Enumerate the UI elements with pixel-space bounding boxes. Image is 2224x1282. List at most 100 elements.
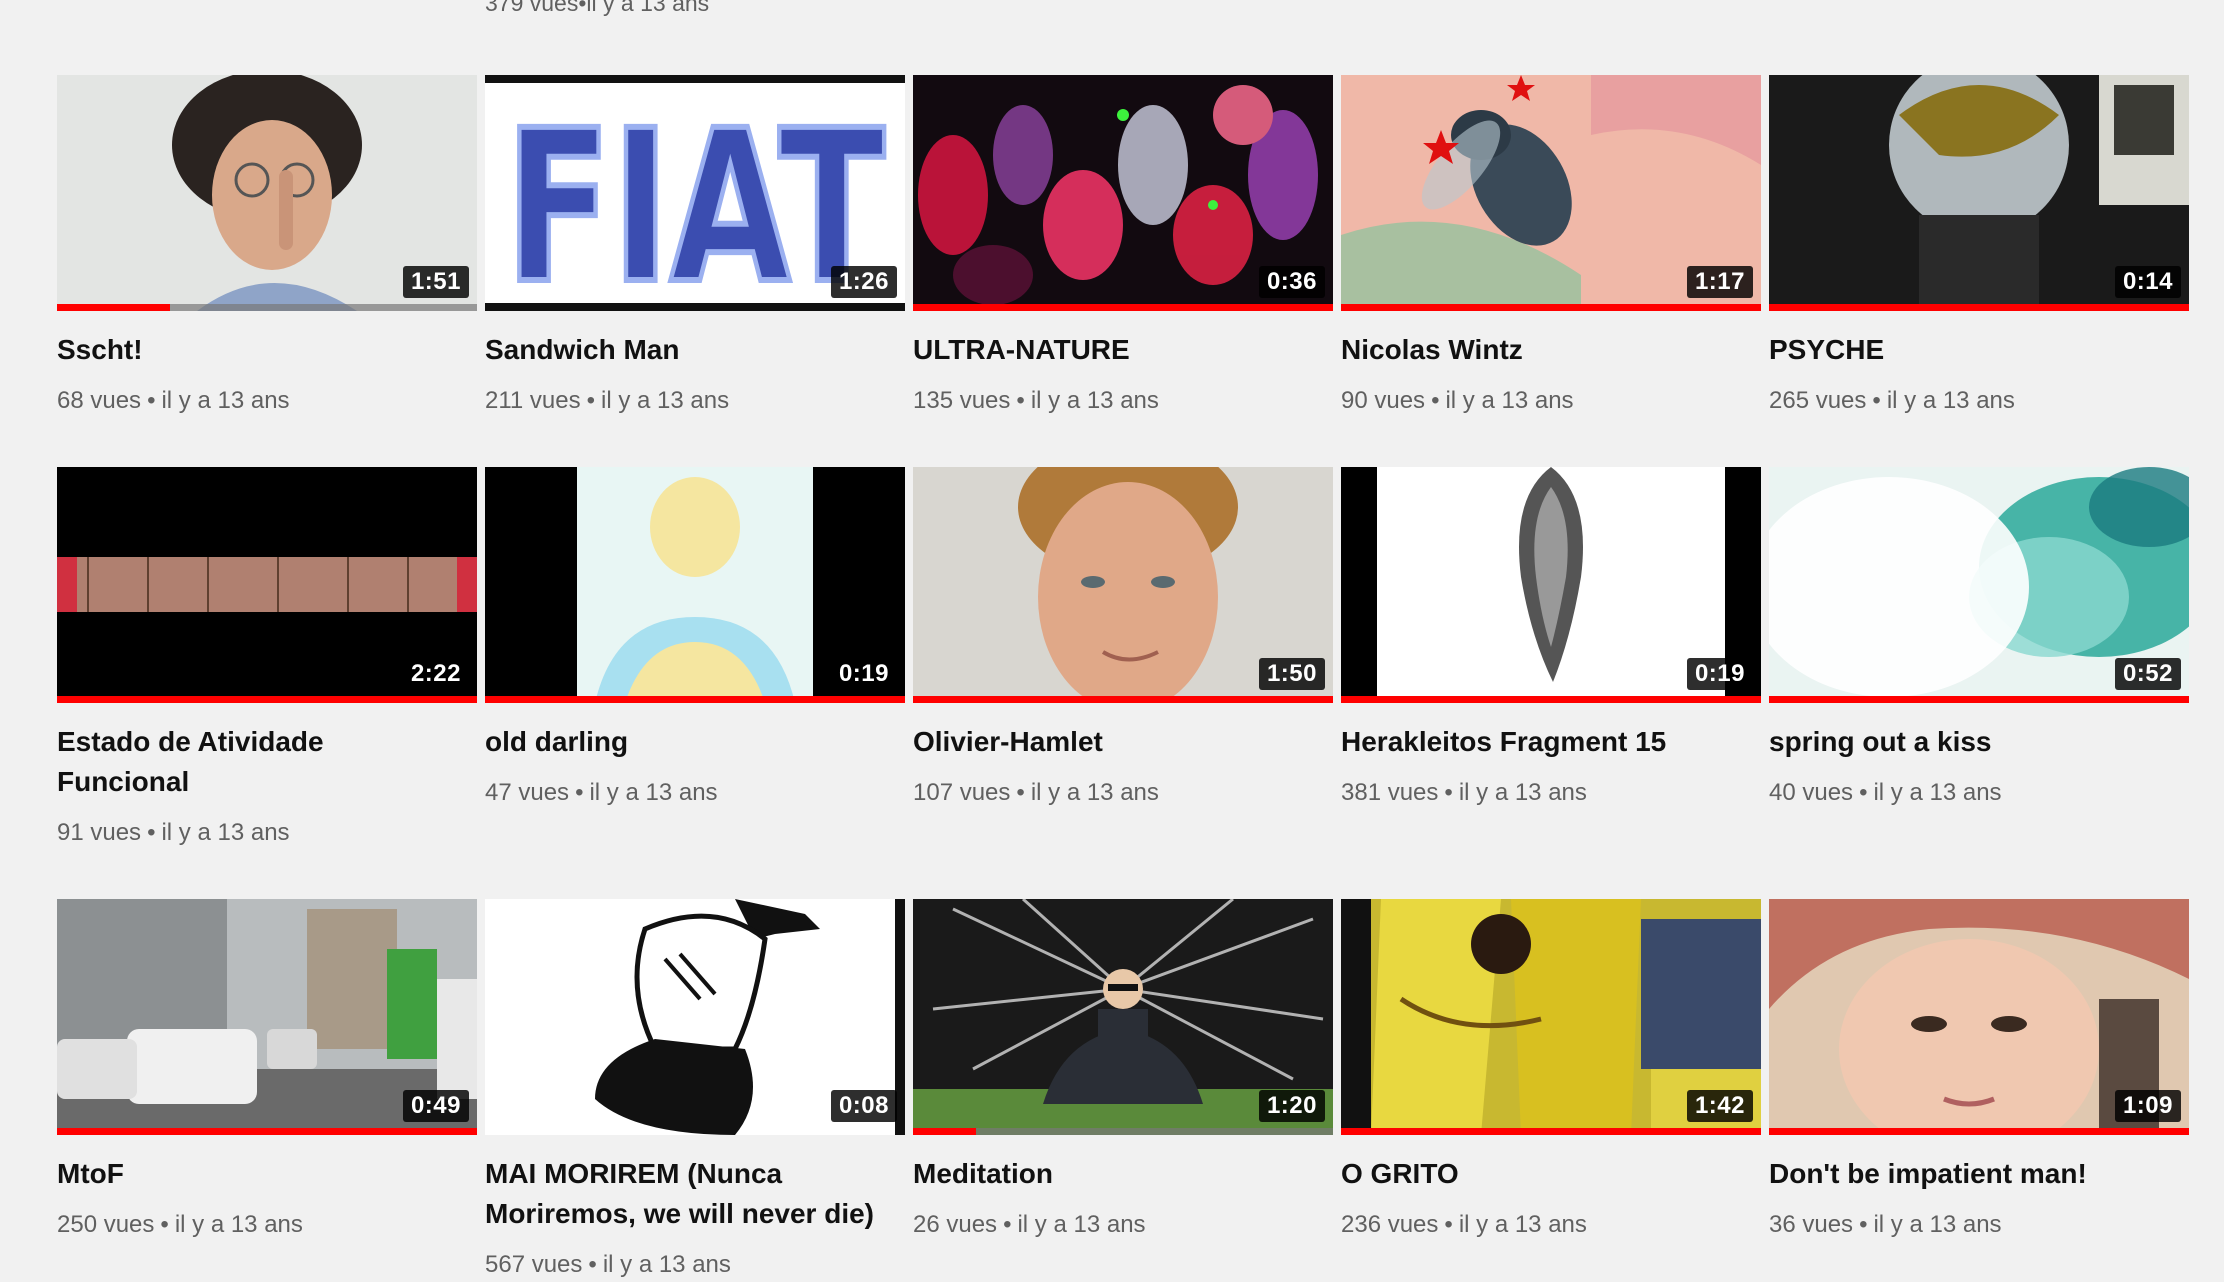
- video-card[interactable]: 1:42 O GRITO 236 vues • il y a 13 ans: [1341, 899, 1761, 1238]
- video-thumbnail[interactable]: 0:08: [485, 899, 905, 1135]
- upload-age: il y a 13 ans: [1030, 779, 1159, 806]
- duration-badge: 1:42: [1686, 1090, 1753, 1122]
- watch-progress: [913, 304, 1333, 311]
- watch-progress: [913, 696, 1333, 703]
- video-thumbnail[interactable]: 0:52: [1769, 467, 2189, 703]
- view-count: 567 vues: [485, 1251, 583, 1278]
- video-card[interactable]: 0:08 MAI MORIREM (Nunca Moriremos, we wi…: [485, 899, 905, 1278]
- video-thumbnail[interactable]: 1:50: [913, 467, 1333, 703]
- view-count: 265 vues: [1769, 387, 1867, 414]
- upload-age: il y a 13 ans: [1030, 387, 1159, 414]
- age: il y a 13 ans: [586, 0, 710, 16]
- video-title[interactable]: Don't be impatient man!: [1769, 1154, 2169, 1194]
- meta-separator: •: [160, 1211, 169, 1238]
- video-thumbnail[interactable]: 2:22: [57, 467, 477, 703]
- video-meta: 236 vues • il y a 13 ans: [1341, 1208, 1761, 1242]
- view-count: 107 vues: [913, 779, 1011, 806]
- view-count: 250 vues: [57, 1211, 155, 1238]
- video-card[interactable]: 1:17 Nicolas Wintz 90 vues • il y a 13 ans: [1341, 75, 1761, 467]
- video-card[interactable]: 0:19 Herakleitos Fragment 15 381 vues • il…: [1341, 467, 1761, 899]
- video-card[interactable]: FIAT 1:26 Sandwich Man 211 vues • il y a 1…: [485, 75, 905, 467]
- view-count: 47 vues: [485, 779, 570, 806]
- meta-separator: •: [1003, 1211, 1012, 1238]
- video-thumbnail[interactable]: 0:49: [57, 899, 477, 1135]
- video-card[interactable]: 0:14 PSYCHE 265 vues • il y a 13 ans: [1769, 75, 2189, 467]
- meta-separator: •: [1872, 387, 1881, 414]
- upload-age: il y a 13 ans: [174, 1211, 303, 1238]
- video-meta: 40 vues • il y a 13 ans: [1769, 776, 2189, 810]
- video-card[interactable]: 0:36 ULTRA-NATURE 135 vues • il y a 13 ans: [913, 75, 1333, 467]
- video-title[interactable]: Sandwich Man: [485, 330, 885, 370]
- watch-progress: [485, 696, 905, 703]
- video-meta: 265 vues • il y a 13 ans: [1769, 384, 2189, 418]
- video-title[interactable]: Meditation: [913, 1154, 1313, 1194]
- watch-progress: [1769, 304, 2189, 311]
- view-count: 211 vues: [485, 387, 581, 414]
- video-meta: 107 vues • il y a 13 ans: [913, 776, 1333, 810]
- video-meta: 567 vues • il y a 13 ans: [485, 1248, 905, 1282]
- upload-age: il y a 13 ans: [161, 819, 290, 846]
- video-thumbnail[interactable]: 1:09: [1769, 899, 2189, 1135]
- video-meta: 90 vues • il y a 13 ans: [1341, 384, 1761, 418]
- video-meta: 36 vues • il y a 13 ans: [1769, 1208, 2189, 1242]
- view-count: 135 vues: [913, 387, 1011, 414]
- video-title[interactable]: ULTRA-NATURE: [913, 330, 1313, 370]
- upload-age: il y a 13 ans: [602, 1251, 731, 1278]
- duration-badge: 2:22: [402, 658, 469, 690]
- video-title[interactable]: O GRITO: [1341, 1154, 1741, 1194]
- view-count: 36 vues: [1769, 1211, 1854, 1238]
- video-title[interactable]: Sscht!: [57, 330, 457, 370]
- video-thumbnail[interactable]: 0:36: [913, 75, 1333, 311]
- watch-progress: [1341, 1128, 1761, 1135]
- meta-separator: •: [1016, 387, 1025, 414]
- video-thumbnail[interactable]: 1:51: [57, 75, 477, 311]
- view-count: 68 vues: [57, 387, 142, 414]
- watch-progress: [57, 304, 477, 311]
- upload-age: il y a 13 ans: [601, 387, 730, 414]
- duration-badge: 0:08: [830, 1090, 897, 1122]
- video-card[interactable]: 0:49 MtoF 250 vues • il y a 13 ans: [57, 899, 477, 1238]
- video-thumbnail[interactable]: 1:17: [1341, 75, 1761, 311]
- upload-age: il y a 13 ans: [1458, 779, 1587, 806]
- video-meta: 47 vues • il y a 13 ans: [485, 776, 905, 810]
- video-thumbnail[interactable]: 0:14: [1769, 75, 2189, 311]
- duration-badge: 0:49: [402, 1090, 469, 1122]
- video-card[interactable]: 1:51 Sscht! 68 vues • il y a 13 ans: [57, 75, 477, 467]
- meta-separator: •: [1859, 1211, 1868, 1238]
- duration-badge: 0:52: [2114, 658, 2181, 690]
- video-thumbnail[interactable]: 0:19: [485, 467, 905, 703]
- view-count: 381 vues: [1341, 779, 1439, 806]
- video-title[interactable]: spring out a kiss: [1769, 722, 2169, 762]
- video-meta: 381 vues • il y a 13 ans: [1341, 776, 1761, 810]
- meta-separator: •: [588, 1251, 597, 1278]
- video-card[interactable]: 0:52 spring out a kiss 40 vues • il y a 13…: [1769, 467, 2189, 899]
- video-title[interactable]: old darling: [485, 722, 885, 762]
- video-title[interactable]: MAI MORIREM (Nunca Moriremos, we will ne…: [485, 1154, 885, 1234]
- duration-badge: 1:17: [1686, 266, 1753, 298]
- video-thumbnail[interactable]: 1:20: [913, 899, 1333, 1135]
- duration-badge: 1:20: [1258, 1090, 1325, 1122]
- video-meta: 135 vues • il y a 13 ans: [913, 384, 1333, 418]
- video-meta: 211 vues • il y a 13 ans: [485, 384, 905, 418]
- video-card[interactable]: 2:22 Estado de Atividade Funcional 91 vu…: [57, 467, 477, 899]
- video-card[interactable]: 0:19 old darling 47 vues • il y a 13 ans: [485, 467, 905, 899]
- video-title[interactable]: MtoF: [57, 1154, 457, 1194]
- watch-progress: [1769, 696, 2189, 703]
- video-title[interactable]: Estado de Atividade Funcional: [57, 722, 457, 802]
- video-title[interactable]: Olivier-Hamlet: [913, 722, 1313, 762]
- video-card[interactable]: 1:09 Don't be impatient man! 36 vues • il …: [1769, 899, 2189, 1238]
- video-card[interactable]: 1:50 Olivier-Hamlet 107 vues • il y a 13 a…: [913, 467, 1333, 899]
- duration-badge: 1:50: [1258, 658, 1325, 690]
- view-count: 236 vues: [1341, 1211, 1439, 1238]
- upload-age: il y a 13 ans: [1445, 387, 1574, 414]
- video-title[interactable]: PSYCHE: [1769, 330, 2169, 370]
- duration-badge: 1:51: [402, 266, 469, 298]
- video-thumbnail[interactable]: FIAT 1:26: [485, 75, 905, 311]
- video-title[interactable]: Nicolas Wintz: [1341, 330, 1741, 370]
- video-card[interactable]: 1:20 Meditation 26 vues • il y a 13 ans: [913, 899, 1333, 1238]
- views: 379 vues: [485, 0, 579, 16]
- video-thumbnail[interactable]: 1:42: [1341, 899, 1761, 1135]
- video-thumbnail[interactable]: 0:19: [1341, 467, 1761, 703]
- upload-age: il y a 13 ans: [589, 779, 718, 806]
- video-title[interactable]: Herakleitos Fragment 15: [1341, 722, 1741, 762]
